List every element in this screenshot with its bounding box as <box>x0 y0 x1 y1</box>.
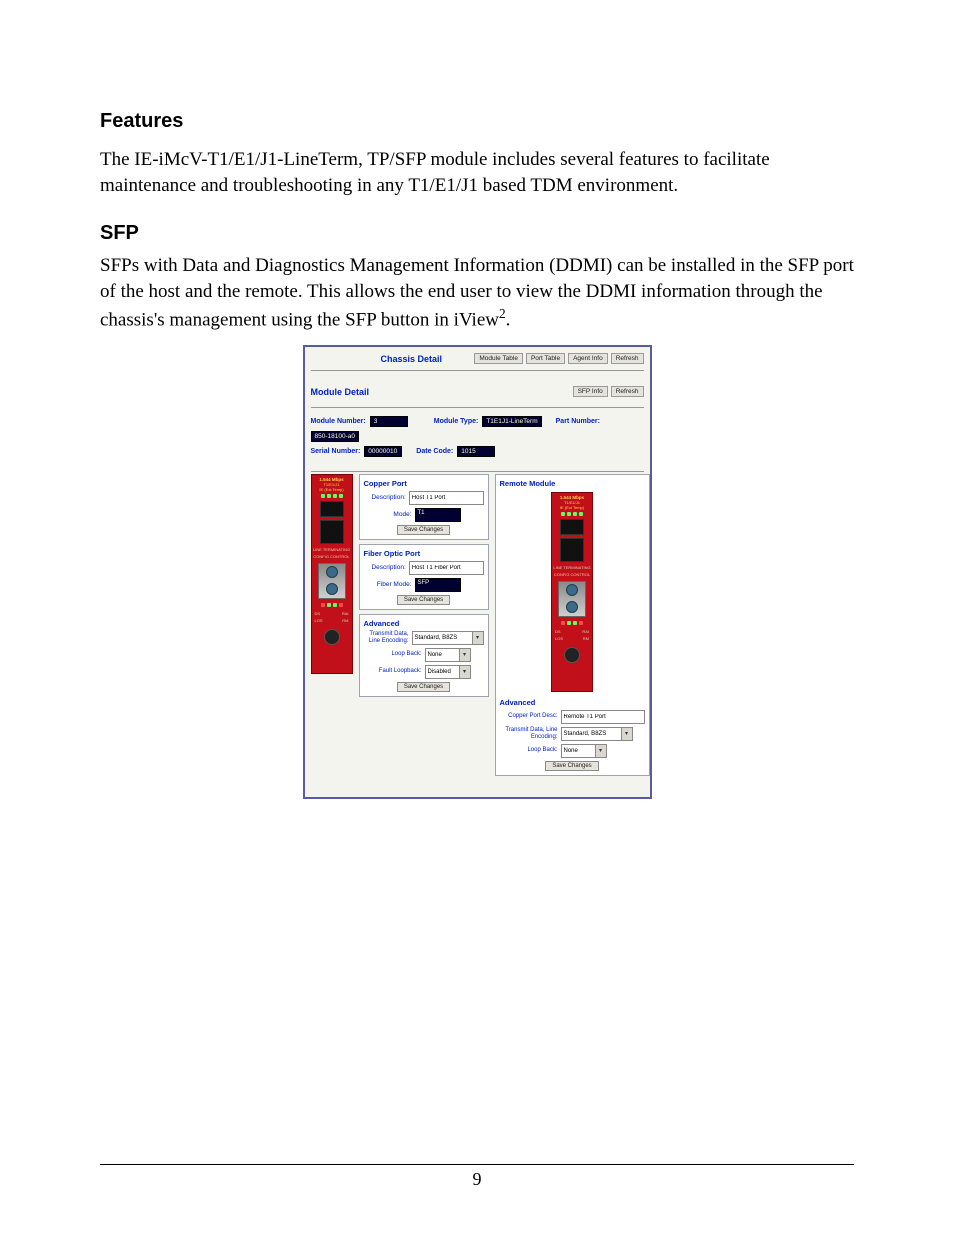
copper-port-title: Copper Port <box>364 479 484 488</box>
remote-portdesc-input[interactable] <box>561 710 645 724</box>
remote-loopback-select[interactable]: None▾ <box>561 744 607 758</box>
advanced-save-button[interactable]: Save Changes <box>397 682 450 692</box>
copper-mode-label: Mode: <box>364 511 412 518</box>
copper-desc-input[interactable] <box>409 491 484 505</box>
features-paragraph: The IE-iMcV-T1/E1/J1-LineTerm, TP/SFP mo… <box>100 147 854 198</box>
sfp-superscript: 2 <box>499 306 506 321</box>
fiber-desc-input[interactable] <box>409 561 484 575</box>
remote-device-temp: IE (Ext Temp) <box>553 505 591 510</box>
agent-info-button[interactable]: Agent Info <box>568 353 608 364</box>
host-module-image: 1.544 Mbps T1/E1/J1 IE (Ext Temp) LINE T… <box>311 474 353 776</box>
chevron-down-icon: ▾ <box>459 666 470 678</box>
port-table-button[interactable]: Port Table <box>526 353 565 364</box>
loopback-select[interactable]: None▾ <box>425 648 471 662</box>
chevron-down-icon: ▾ <box>621 728 632 740</box>
serial-number-value: 00000010 <box>364 446 402 457</box>
led-label-los: LOS <box>315 618 323 623</box>
remote-led-label-los: LOS <box>555 636 563 641</box>
part-number-value: 850-18100-a0 <box>311 431 359 442</box>
led-label-ds: DS <box>315 611 321 616</box>
copper-desc-label: Description: <box>364 494 406 501</box>
fiber-port-icon <box>320 520 344 544</box>
device-temp: IE (Ext Temp) <box>313 487 351 492</box>
encoding-label: Transmit Data, Line Encoding: <box>364 631 409 644</box>
remote-sfp-cage-icon <box>558 581 586 617</box>
module-number-value: 3 <box>370 416 408 427</box>
remote-rj45-port-icon <box>560 519 584 535</box>
led-label-rm: RM <box>342 618 348 623</box>
sfp-end: . <box>506 309 511 330</box>
loopback-label: Loop Back: <box>364 651 422 658</box>
fiber-port-panel: Fiber Optic Port Description: Fiber Mode… <box>359 544 489 610</box>
advanced-panel: Advanced Transmit Data, Line Encoding: S… <box>359 614 489 697</box>
refresh-button[interactable]: Refresh <box>611 353 644 364</box>
sfp-info-button[interactable]: SFP Info <box>573 386 608 397</box>
remote-led-label-rm: RM <box>583 636 589 641</box>
module-type-label: Module Type: <box>434 418 479 425</box>
chevron-down-icon: ▾ <box>459 649 470 661</box>
sfp-heading: SFP <box>100 222 854 245</box>
remote-save-button[interactable]: Save Changes <box>545 761 598 771</box>
module-number-label: Module Number: <box>311 418 366 425</box>
remote-module-title: Remote Module <box>500 479 645 488</box>
fiber-mode-label: Fiber Mode: <box>364 581 412 588</box>
remote-fiber-port-icon <box>560 538 584 562</box>
encoding-select[interactable]: Standard, B8ZS▾ <box>412 631 484 645</box>
fiber-mode-value: SFP <box>415 578 461 592</box>
remote-led-label-rai: RAI <box>582 629 589 634</box>
module-table-button[interactable]: Module Table <box>474 353 523 364</box>
remote-led-label-ds: DS <box>555 629 561 634</box>
remote-encoding-select[interactable]: Standard, B8ZS▾ <box>561 727 633 741</box>
part-number-label: Part Number: <box>556 418 600 425</box>
chassis-detail-title: Chassis Detail <box>381 354 443 364</box>
page-number: 9 <box>0 1169 954 1190</box>
copper-port-panel: Copper Port Description: Mode: T1 Save C… <box>359 474 489 540</box>
device-line-term: LINE TERMINATING <box>313 547 351 552</box>
remote-dial-icon <box>564 647 580 663</box>
advanced-title: Advanced <box>364 619 484 628</box>
remote-config: CONFIG CONTROL <box>553 572 591 577</box>
device-config: CONFIG CONTROL <box>313 554 351 559</box>
fault-select[interactable]: Disabled▾ <box>425 665 471 679</box>
remote-advanced-title: Advanced <box>500 698 645 707</box>
footer-rule <box>100 1164 854 1165</box>
module-detail-title: Module Detail <box>311 387 370 397</box>
led-label-rai: RAI <box>342 611 349 616</box>
sfp-text: SFPs with Data and Diagnostics Managemen… <box>100 255 854 330</box>
remote-loopback-label: Loop Back: <box>500 747 558 754</box>
copper-mode-value: T1 <box>415 508 461 522</box>
remote-portdesc-label: Copper Port Desc: <box>500 713 558 720</box>
sfp-paragraph: SFPs with Data and Diagnostics Managemen… <box>100 253 854 332</box>
date-code-value: 1015 <box>457 446 495 457</box>
fiber-desc-label: Description: <box>364 564 406 571</box>
remote-encoding-label: Transmit Data, Line Encoding: <box>500 727 558 740</box>
date-code-label: Date Code: <box>416 448 453 455</box>
mod-refresh-button[interactable]: Refresh <box>611 386 644 397</box>
serial-number-label: Serial Number: <box>311 448 361 455</box>
iview-screenshot: Chassis Detail Module Table Port Table A… <box>303 345 652 799</box>
copper-save-button[interactable]: Save Changes <box>397 525 450 535</box>
dial-icon <box>324 629 340 645</box>
remote-line-term: LINE TERMINATING <box>553 565 591 570</box>
remote-module-panel: Remote Module 1.544 Mbps T1/E1/J1 IE (Ex… <box>495 474 650 776</box>
chevron-down-icon: ▾ <box>472 632 483 644</box>
fiber-port-title: Fiber Optic Port <box>364 549 484 558</box>
chevron-down-icon: ▾ <box>595 745 606 757</box>
sfp-cage-icon <box>318 563 346 599</box>
fault-label: Fault Loopback: <box>364 668 422 675</box>
rj45-port-icon <box>320 501 344 517</box>
module-type-value: T1E1J1-LineTerm <box>482 416 541 427</box>
fiber-save-button[interactable]: Save Changes <box>397 595 450 605</box>
features-heading: Features <box>100 110 854 133</box>
